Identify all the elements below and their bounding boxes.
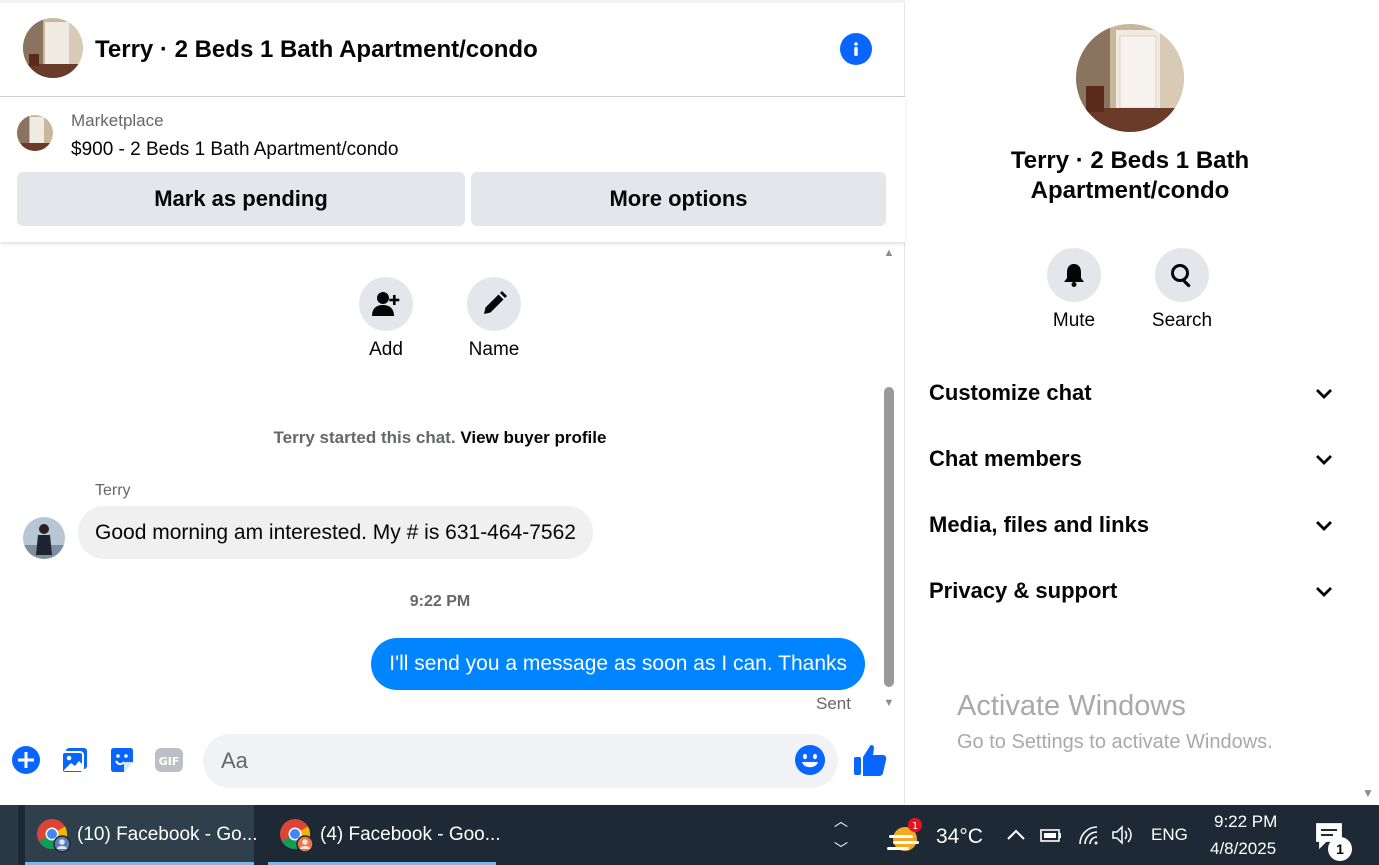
weather-widget[interactable]: 1 — [885, 817, 925, 853]
listing-avatar[interactable] — [23, 18, 83, 78]
chat-started-text: Terry started this chat. — [273, 428, 456, 447]
mute-label: Mute — [1052, 310, 1096, 331]
more-actions-button[interactable] — [10, 744, 42, 776]
message-composer: GIF — [0, 730, 905, 792]
input-language[interactable]: ENG — [1151, 825, 1188, 845]
weather-sun-icon: 1 — [887, 818, 922, 851]
listing-thumbnail[interactable] — [17, 115, 53, 151]
sender-name: Terry — [95, 482, 131, 499]
emoji-icon — [795, 745, 825, 775]
chrome-icon — [278, 817, 314, 853]
name-label: Name — [468, 339, 520, 360]
add-label: Add — [369, 339, 403, 360]
activate-windows-title: Activate Windows — [957, 690, 1186, 722]
plus-circle-icon — [12, 746, 40, 774]
clock-date[interactable]: 4/8/2025 — [1210, 839, 1276, 859]
view-buyer-profile-link[interactable]: View buyer profile — [460, 428, 606, 447]
section-label: Privacy & support — [929, 578, 1118, 603]
notification-count-badge: 1 — [1328, 837, 1352, 861]
section-chat-members[interactable]: Chat members — [929, 434, 1335, 484]
scroll-thumb[interactable] — [884, 387, 894, 687]
chevron-up-icon[interactable]: ︿ — [834, 811, 848, 831]
time-separator: 9:22 PM — [409, 593, 471, 610]
wifi-icon[interactable] — [1076, 823, 1102, 847]
message-thread: Add Name Terry started this chat. View b… — [0, 242, 880, 717]
chat-title[interactable]: Terry · 2 Beds 1 Bath Apartment/condo — [95, 36, 538, 64]
chevron-down-icon — [1316, 587, 1332, 597]
details-title: Terry · 2 Beds 1 Bath Apartment/condo — [1010, 147, 1250, 204]
like-button[interactable] — [852, 742, 888, 778]
windows-taskbar: (10) Facebook - Go... (4) Facebook - Goo… — [0, 805, 1379, 865]
taskbar-scroll-arrows[interactable]: ︿ ﹀ — [830, 805, 852, 865]
photo-icon — [61, 748, 87, 774]
chat-header: Terry · 2 Beds 1 Bath Apartment/condo — [0, 3, 905, 97]
chat-started-notice: Terry started this chat. View buyer prof… — [0, 428, 880, 448]
attach-photo-button[interactable] — [59, 744, 91, 776]
info-icon — [854, 42, 858, 56]
thread-scrollbar[interactable]: ▲ ▼ — [880, 247, 898, 712]
mute-button[interactable] — [1047, 248, 1101, 302]
chat-details-pane: Terry · 2 Beds 1 Bath Apartment/condo Mu… — [905, 0, 1379, 805]
taskbar-window-facebook-2[interactable]: (4) Facebook - Goo... — [268, 805, 501, 865]
chevron-down-icon — [1316, 455, 1332, 465]
section-label: Customize chat — [929, 380, 1092, 405]
activate-windows-subtitle: Go to Settings to activate Windows. — [957, 731, 1273, 753]
svg-text:GIF: GIF — [159, 755, 180, 768]
chevron-down-icon[interactable]: ﹀ — [834, 839, 848, 859]
marketplace-card: Marketplace $900 - 2 Beds 1 Bath Apartme… — [0, 97, 905, 242]
incoming-message[interactable]: Good morning am interested. My # is 631-… — [78, 506, 593, 559]
search-conversation-button[interactable] — [1155, 248, 1209, 302]
add-person-icon — [372, 292, 400, 316]
chrome-icon — [35, 817, 71, 853]
volume-icon[interactable] — [1110, 823, 1136, 847]
search-label: Search — [1151, 310, 1213, 331]
name-chat-button[interactable] — [467, 277, 521, 331]
sender-avatar[interactable] — [23, 517, 65, 559]
gif-icon: GIF — [155, 748, 183, 772]
outgoing-message[interactable]: I'll send you a message as soon as I can… — [371, 638, 865, 690]
battery-icon[interactable] — [1038, 823, 1064, 847]
info-button[interactable] — [840, 33, 872, 65]
scroll-down-arrow-icon[interactable]: ▼ — [882, 697, 896, 709]
gif-button[interactable]: GIF — [153, 744, 185, 776]
taskbar-edge — [0, 805, 18, 865]
more-options-button[interactable]: More options — [471, 172, 886, 226]
add-people-button[interactable] — [359, 277, 413, 331]
messenger-app: Terry · 2 Beds 1 Bath Apartment/condo Ma… — [0, 0, 1379, 805]
bell-icon — [1064, 264, 1084, 287]
taskbar-window-label: (10) Facebook - Go... — [77, 824, 258, 845]
sticker-icon — [111, 748, 133, 772]
details-listing-avatar[interactable] — [1076, 24, 1184, 132]
listing-price-title[interactable]: $900 - 2 Beds 1 Bath Apartment/condo — [71, 139, 398, 161]
emoji-button[interactable] — [794, 744, 826, 776]
show-hidden-icons-icon[interactable] — [1003, 823, 1029, 847]
search-icon — [1171, 264, 1191, 288]
pencil-icon — [484, 291, 507, 314]
section-privacy-support[interactable]: Privacy & support — [929, 566, 1335, 616]
section-label: Media, files and links — [929, 512, 1150, 537]
section-label: Chat members — [929, 446, 1082, 471]
scroll-down-arrow-icon[interactable]: ▼ — [1360, 786, 1376, 800]
clock-time[interactable]: 9:22 PM — [1214, 812, 1277, 832]
scroll-up-arrow-icon[interactable]: ▲ — [882, 247, 896, 259]
taskbar-window-label: (4) Facebook - Goo... — [320, 824, 501, 845]
section-media-files-links[interactable]: Media, files and links — [929, 500, 1335, 550]
message-status: Sent — [816, 694, 851, 713]
mark-as-pending-button[interactable]: Mark as pending — [17, 172, 465, 226]
marketplace-label: Marketplace — [71, 111, 164, 130]
section-customize-chat[interactable]: Customize chat — [929, 368, 1335, 418]
chevron-down-icon — [1316, 389, 1332, 399]
thumbs-up-icon — [854, 744, 887, 776]
sticker-button[interactable] — [106, 744, 138, 776]
chat-pane: Terry · 2 Beds 1 Bath Apartment/condo Ma… — [0, 0, 905, 805]
temperature[interactable]: 34°C — [936, 825, 983, 849]
chevron-down-icon — [1316, 521, 1332, 531]
svg-text:1: 1 — [912, 821, 918, 832]
taskbar-window-facebook-1[interactable]: (10) Facebook - Go... — [25, 805, 258, 865]
details-scrollbar[interactable]: ▼ — [1356, 0, 1379, 805]
message-input[interactable] — [203, 734, 838, 788]
